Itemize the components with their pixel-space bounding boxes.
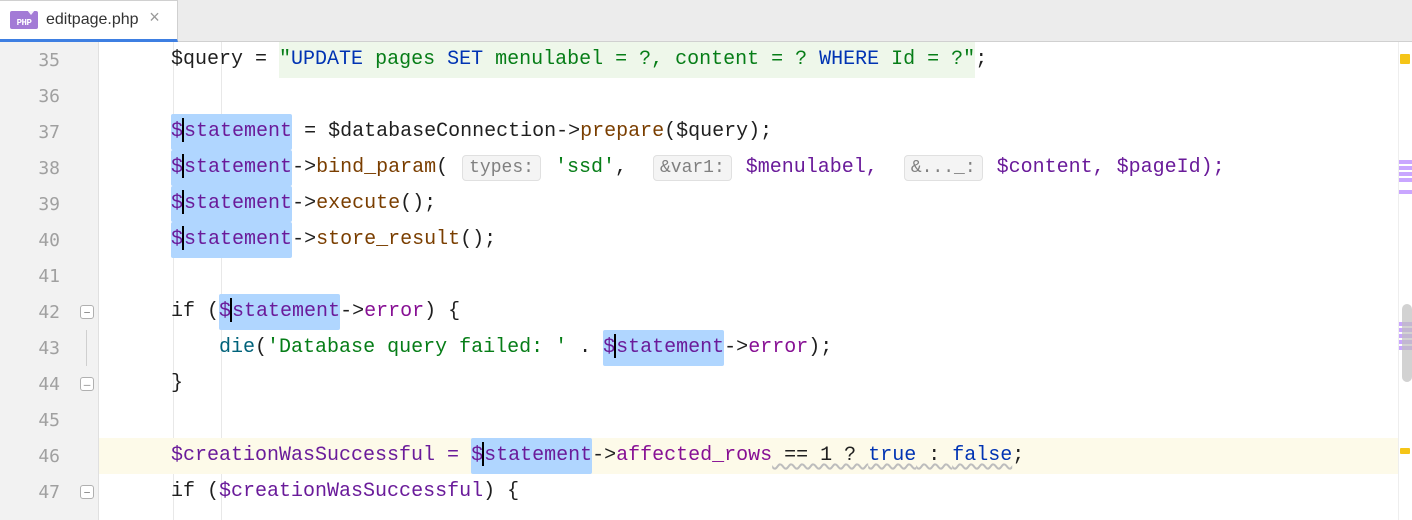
tab-label: editpage.php <box>46 11 139 29</box>
code-line[interactable]: if ($creationWasSuccessful) { <box>99 474 1398 510</box>
line-number: 39 <box>0 186 98 222</box>
caret-icon <box>182 118 184 142</box>
close-icon[interactable]: × <box>147 12 163 28</box>
code-line-current[interactable]: $creationWasSuccessful = $statement->aff… <box>99 438 1398 474</box>
code-line[interactable]: $statement->execute(); <box>99 186 1398 222</box>
param-hint: types: <box>462 155 541 181</box>
scrollbar-thumb[interactable] <box>1402 304 1412 382</box>
code-line[interactable]: if ($statement->error) { <box>99 294 1398 330</box>
line-number: 44 – <box>0 366 98 402</box>
caret-icon <box>182 154 184 178</box>
param-hint: &var1: <box>653 155 732 181</box>
line-number: 47 − <box>0 474 98 510</box>
line-number: 38 <box>0 150 98 186</box>
line-number: 36 <box>0 78 98 114</box>
line-number: 35 <box>0 42 98 78</box>
code-line[interactable]: $statement->store_result(); <box>99 222 1398 258</box>
code-line[interactable] <box>99 78 1398 114</box>
code-line[interactable] <box>99 402 1398 438</box>
usage-marker[interactable] <box>1399 190 1412 194</box>
code-line[interactable] <box>99 258 1398 294</box>
caret-icon <box>182 226 184 250</box>
caret-icon <box>482 442 484 466</box>
fold-icon[interactable]: − <box>80 485 94 499</box>
code-area[interactable]: $query = "UPDATE pages SET menulabel = ?… <box>99 42 1398 520</box>
caret-icon <box>230 298 232 322</box>
warning-marker[interactable] <box>1400 448 1410 454</box>
line-number: 40 <box>0 222 98 258</box>
param-hint: &..._: <box>904 155 983 181</box>
fold-end-icon[interactable]: – <box>80 377 94 391</box>
line-number: 43 <box>0 330 98 366</box>
tab-bar: editpage.php × <box>0 0 1412 42</box>
line-number: 37 <box>0 114 98 150</box>
code-line[interactable]: $query = "UPDATE pages SET menulabel = ?… <box>99 42 1398 78</box>
caret-icon <box>614 334 616 358</box>
code-line[interactable]: $statement = $databaseConnection->prepar… <box>99 114 1398 150</box>
marker-bar[interactable] <box>1398 42 1412 520</box>
code-line[interactable]: } <box>99 366 1398 402</box>
usage-marker[interactable] <box>1399 160 1412 164</box>
caret-icon <box>182 190 184 214</box>
line-number: 46 <box>0 438 98 474</box>
usage-marker[interactable] <box>1399 172 1412 176</box>
tab-editpage[interactable]: editpage.php × <box>0 0 178 42</box>
code-line[interactable]: $statement->bind_param( types: 'ssd', &v… <box>99 150 1398 186</box>
php-file-icon <box>10 11 38 29</box>
usage-marker[interactable] <box>1399 178 1412 182</box>
code-editor[interactable]: 35 36 37 38 39 40 41 42 − 43 44 – 45 46 … <box>0 42 1412 520</box>
code-line[interactable]: die('Database query failed: ' . $stateme… <box>99 330 1398 366</box>
line-number: 41 <box>0 258 98 294</box>
line-number-gutter: 35 36 37 38 39 40 41 42 − 43 44 – 45 46 … <box>0 42 99 520</box>
usage-marker[interactable] <box>1399 166 1412 170</box>
warning-marker[interactable] <box>1400 54 1410 64</box>
fold-icon[interactable]: − <box>80 305 94 319</box>
line-number: 42 − <box>0 294 98 330</box>
line-number: 45 <box>0 402 98 438</box>
